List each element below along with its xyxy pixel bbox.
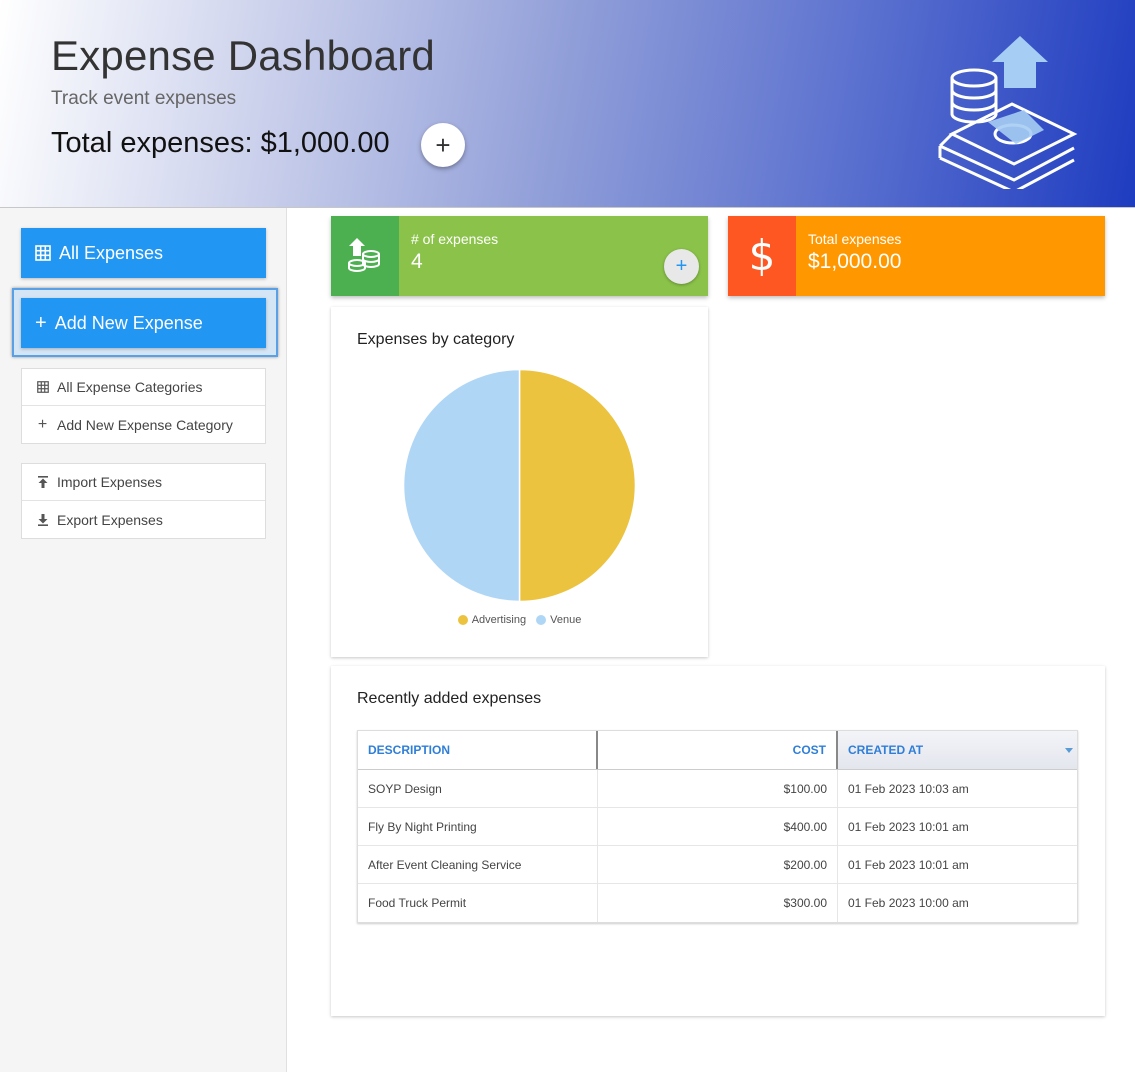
menu-item-label: Add New Expense Category xyxy=(57,416,233,433)
grid-icon xyxy=(36,381,49,393)
recent-expenses-panel: Recently added expenses DESCRIPTION COST… xyxy=(331,666,1105,1016)
plus-icon: + xyxy=(675,255,688,277)
legend-swatch xyxy=(536,615,547,625)
cell-cost: $400.00 xyxy=(598,808,838,845)
plus-icon: + xyxy=(37,415,48,433)
legend-label: Venue xyxy=(550,614,582,626)
column-header-cost[interactable]: COST xyxy=(598,731,838,769)
column-header-description[interactable]: DESCRIPTION xyxy=(358,731,598,769)
recent-expenses-table: DESCRIPTION COST CREATED AT SOYP Design … xyxy=(357,730,1078,923)
page-title: Expense Dashboard xyxy=(51,32,435,79)
add-expense-fab[interactable]: + xyxy=(421,123,465,167)
grid-icon xyxy=(35,245,51,261)
total-expenses-value: $1,000.00 xyxy=(808,250,902,273)
all-expenses-button[interactable]: All Expenses xyxy=(21,228,266,278)
cell-description: Food Truck Permit xyxy=(358,884,598,922)
download-icon xyxy=(36,513,49,526)
dashboard-header: Expense Dashboard Track event expenses T… xyxy=(0,0,1135,208)
sidebar: All Expenses + Add New Expense All Expen… xyxy=(0,208,287,1072)
page-subtitle: Track event expenses xyxy=(51,88,237,109)
table-header: DESCRIPTION COST CREATED AT xyxy=(358,731,1077,770)
legend-item-venue[interactable]: Venue xyxy=(536,614,581,626)
pie-slice-advertising[interactable] xyxy=(518,368,637,603)
table-row[interactable]: After Event Cleaning Service $200.00 01 … xyxy=(358,846,1077,884)
export-expenses-item[interactable]: Export Expenses xyxy=(22,501,265,538)
sort-desc-icon xyxy=(1065,748,1073,753)
total-expenses-card: $ Total expenses $1,000.00 xyxy=(728,216,1105,296)
pie-slice-venue[interactable] xyxy=(402,368,521,603)
column-header-label: CREATED AT xyxy=(848,743,924,757)
menu-item-label: All Expense Categories xyxy=(57,379,203,395)
table-row[interactable]: SOYP Design $100.00 01 Feb 2023 10:03 am xyxy=(358,770,1077,808)
plus-icon: + xyxy=(35,311,47,334)
cell-cost: $100.00 xyxy=(598,770,838,807)
money-upload-illustration-icon xyxy=(938,36,1078,189)
categories-menu: All Expense Categories + Add New Expense… xyxy=(21,368,266,444)
import-export-menu: Import Expenses Export Expenses xyxy=(21,463,266,539)
menu-item-label: Export Expenses xyxy=(57,511,163,528)
add-new-expense-category-item[interactable]: + Add New Expense Category xyxy=(22,406,265,443)
upload-icon xyxy=(36,476,49,488)
total-expenses-heading: Total expenses: $1,000.00 xyxy=(51,127,390,159)
menu-item-label: Import Expenses xyxy=(57,474,163,490)
cell-created-at: 01 Feb 2023 10:01 am xyxy=(848,819,969,834)
cell-description: Fly By Night Printing xyxy=(358,808,598,845)
chart-title: Expenses by category xyxy=(357,331,515,348)
cell-cost: $300.00 xyxy=(598,884,838,922)
cell-created-at: 01 Feb 2023 10:01 am xyxy=(848,857,969,872)
legend-swatch xyxy=(457,615,468,625)
all-expenses-label: All Expenses xyxy=(59,242,164,263)
add-new-expense-button[interactable]: + Add New Expense xyxy=(21,298,266,348)
category-chart-panel: Expenses by category Advertising Venue xyxy=(331,307,708,657)
table-row[interactable]: Food Truck Permit $300.00 01 Feb 2023 10… xyxy=(358,884,1077,922)
coins-upload-icon xyxy=(331,216,399,296)
add-new-expense-label: Add New Expense xyxy=(54,312,203,333)
dollar-icon: $ xyxy=(728,216,796,296)
all-expense-categories-item[interactable]: All Expense Categories xyxy=(22,369,265,406)
total-expenses-label: Total expenses xyxy=(808,231,902,247)
table-row[interactable]: Fly By Night Printing $400.00 01 Feb 202… xyxy=(358,808,1077,846)
expense-count-card: # of expenses 4 + xyxy=(331,216,708,296)
column-header-created-at[interactable]: CREATED AT xyxy=(838,731,1077,769)
expense-count-value: 4 xyxy=(411,250,423,273)
legend-item-advertising[interactable]: Advertising xyxy=(457,614,527,626)
chart-legend: Advertising Venue xyxy=(331,614,708,626)
recent-expenses-title: Recently added expenses xyxy=(357,690,542,707)
cell-description: After Event Cleaning Service xyxy=(358,846,598,883)
cell-created-at: 01 Feb 2023 10:03 am xyxy=(848,781,969,796)
import-expenses-item[interactable]: Import Expenses xyxy=(22,464,265,501)
plus-icon: + xyxy=(435,129,451,160)
cell-description: SOYP Design xyxy=(358,770,598,807)
cell-cost: $200.00 xyxy=(598,846,838,883)
pie-chart xyxy=(402,368,637,603)
cell-created-at: 01 Feb 2023 10:00 am xyxy=(848,896,969,910)
add-expense-button[interactable]: + xyxy=(664,249,699,284)
legend-label: Advertising xyxy=(471,614,527,626)
expense-count-label: # of expenses xyxy=(411,231,499,247)
